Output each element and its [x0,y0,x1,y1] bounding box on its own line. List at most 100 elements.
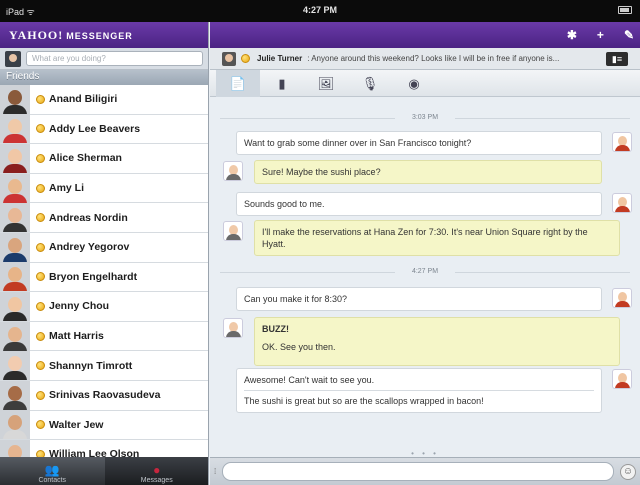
contact-row[interactable]: Addy Lee Beavers [0,114,208,145]
presence-icon [36,242,45,252]
app-header: YAHOO! MESSENGER [0,22,208,48]
buzz-label: BUZZ! [262,324,289,334]
status-input[interactable]: What are you doing? [26,51,203,66]
presence-icon [36,94,45,104]
contact-name: Amy Li [49,182,85,195]
message-bubble: Want to grab some dinner over in San Fra… [236,131,602,155]
contact-avatar [0,351,30,381]
tab-messages[interactable]: ● Messages [105,457,209,485]
webcam-tool-icon[interactable]: ◉ [392,70,436,97]
buddy-avatar-small [223,161,243,181]
bottom-tab-bar: 👥 Contacts ● Messages [0,457,209,485]
contact-row[interactable]: Shannyn Timrott [0,351,208,381]
presence-icon [36,124,45,134]
yahoo-logo: YAHOO! MESSENGER [9,27,133,42]
contact-avatar [0,410,30,440]
contact-row[interactable]: Bryon Engelhardt [0,262,208,293]
my-avatar-small [612,193,632,213]
clock: 4:27 PM [302,5,337,15]
contact-name: Matt Harris [49,330,104,343]
contact-row[interactable]: Anand Biligiri [0,84,208,115]
sms-tool-icon[interactable]: ▮ [260,70,304,97]
status-bar: iPad ᯤ 4:27 PM [0,0,640,22]
contact-row[interactable]: Matt Harris [0,321,208,352]
contact-avatar [0,321,30,351]
smiley-icon[interactable]: ☺ [620,463,636,480]
message-bubble-group: Awesome! Can't wait to see you. The sush… [236,368,602,413]
contact-name: Anand Biligiri [49,93,118,106]
message-bubble: Sure! Maybe the sushi place? [254,160,602,184]
conversation-header: ✱ + ✎ [210,22,640,48]
divider [244,390,594,391]
contact-avatar [0,173,30,203]
messages-icon: ● [153,463,161,477]
message-text: The sushi is great but so are the scallo… [244,396,484,406]
contact-avatar [0,143,30,173]
contact-list: Anand Biligiri Addy Lee Beavers Alice Sher… [0,84,208,470]
conversation-bar[interactable]: Julie Turner : Anyone around this weeken… [210,48,640,70]
group-header[interactable]: Friends [0,70,208,85]
contact-name: Alice Sherman [49,152,122,165]
my-status-row: What are you doing? [0,48,208,70]
app-screen: iPad ᯤ 4:27 PM YAHOO! MESSENGER What are … [0,0,640,485]
contact-avatar [0,232,30,262]
buddy-avatar [222,51,236,66]
attach-icon[interactable]: ⁞ [214,467,216,476]
people-icon: 👥 [44,463,60,477]
contact-row[interactable]: Andrey Yegorov [0,232,208,263]
photo-tool-icon[interactable]: 🖼 [304,70,348,97]
contact-row[interactable]: Jenny Chou [0,291,208,322]
presence-icon [36,390,45,400]
buddy-name: Julie Turner [257,54,303,63]
buzz-bubble: BUZZ! OK. See you then. [254,317,620,366]
my-avatar-small [612,132,632,152]
contact-name: Andrey Yegorov [49,241,130,254]
contact-name: Srinivas Raovasudeva [49,389,161,402]
presence-icon [241,54,250,63]
presence-icon [36,183,45,193]
presence-icon [36,331,45,341]
timestamp: 4:27 PM [220,268,630,275]
contact-name: Shannyn Timrott [49,359,133,372]
contact-avatar [0,203,30,233]
my-avatar-small [612,288,632,308]
chat-tool-icon[interactable]: 📄 [216,70,260,97]
toolbar: 📄 ▮ 🖼 🎙 ◉ [210,70,640,97]
message-input[interactable] [222,462,614,481]
chat-area: 3:03 PM Want to grab some dinner over in… [210,97,640,437]
battery-icon [618,6,632,14]
presence-icon [36,361,45,371]
contact-row[interactable]: Alice Sherman [0,143,208,174]
contact-row[interactable]: Andreas Nordin [0,203,208,233]
voice-tool-icon[interactable]: 🎙 [348,70,392,97]
contact-row[interactable]: Amy Li [0,173,208,204]
profile-button[interactable]: ▮≡ [606,51,628,66]
settings-icon[interactable]: ✱ [567,28,577,42]
contact-avatar [0,84,30,114]
presence-icon [36,272,45,282]
buddy-status-message: : Anyone around this weekend? Looks like… [307,54,560,63]
tab-label: Contacts [38,477,67,484]
contact-name: Bryon Engelhardt [49,270,138,283]
add-icon[interactable]: + [597,28,604,42]
contact-name: Addy Lee Beavers [49,122,141,135]
tab-contacts[interactable]: 👥 Contacts [0,457,105,485]
presence-icon [36,213,45,223]
message-text: Awesome! Can't wait to see you. [244,375,375,385]
compose-icon[interactable]: ✎ [624,28,634,42]
contact-avatar [0,114,30,144]
contact-row[interactable]: Walter Jew [0,410,208,441]
timestamp: 3:03 PM [220,114,630,121]
contact-avatar [0,380,30,410]
presence-icon [36,301,45,311]
message-text: OK. See you then. [262,342,336,352]
my-avatar[interactable] [5,50,21,67]
buddy-avatar-small [223,318,243,338]
contacts-panel: YAHOO! MESSENGER What are you doing? Frie… [0,22,209,485]
contact-avatar [0,262,30,292]
contact-avatar [0,291,30,321]
contact-row[interactable]: Srinivas Raovasudeva [0,380,208,411]
contact-name: Jenny Chou [49,300,110,313]
conversation-panel: ✱ + ✎ Julie Turner : Anyone around this … [210,22,640,485]
message-bubble: Can you make it for 8:30? [236,287,602,311]
